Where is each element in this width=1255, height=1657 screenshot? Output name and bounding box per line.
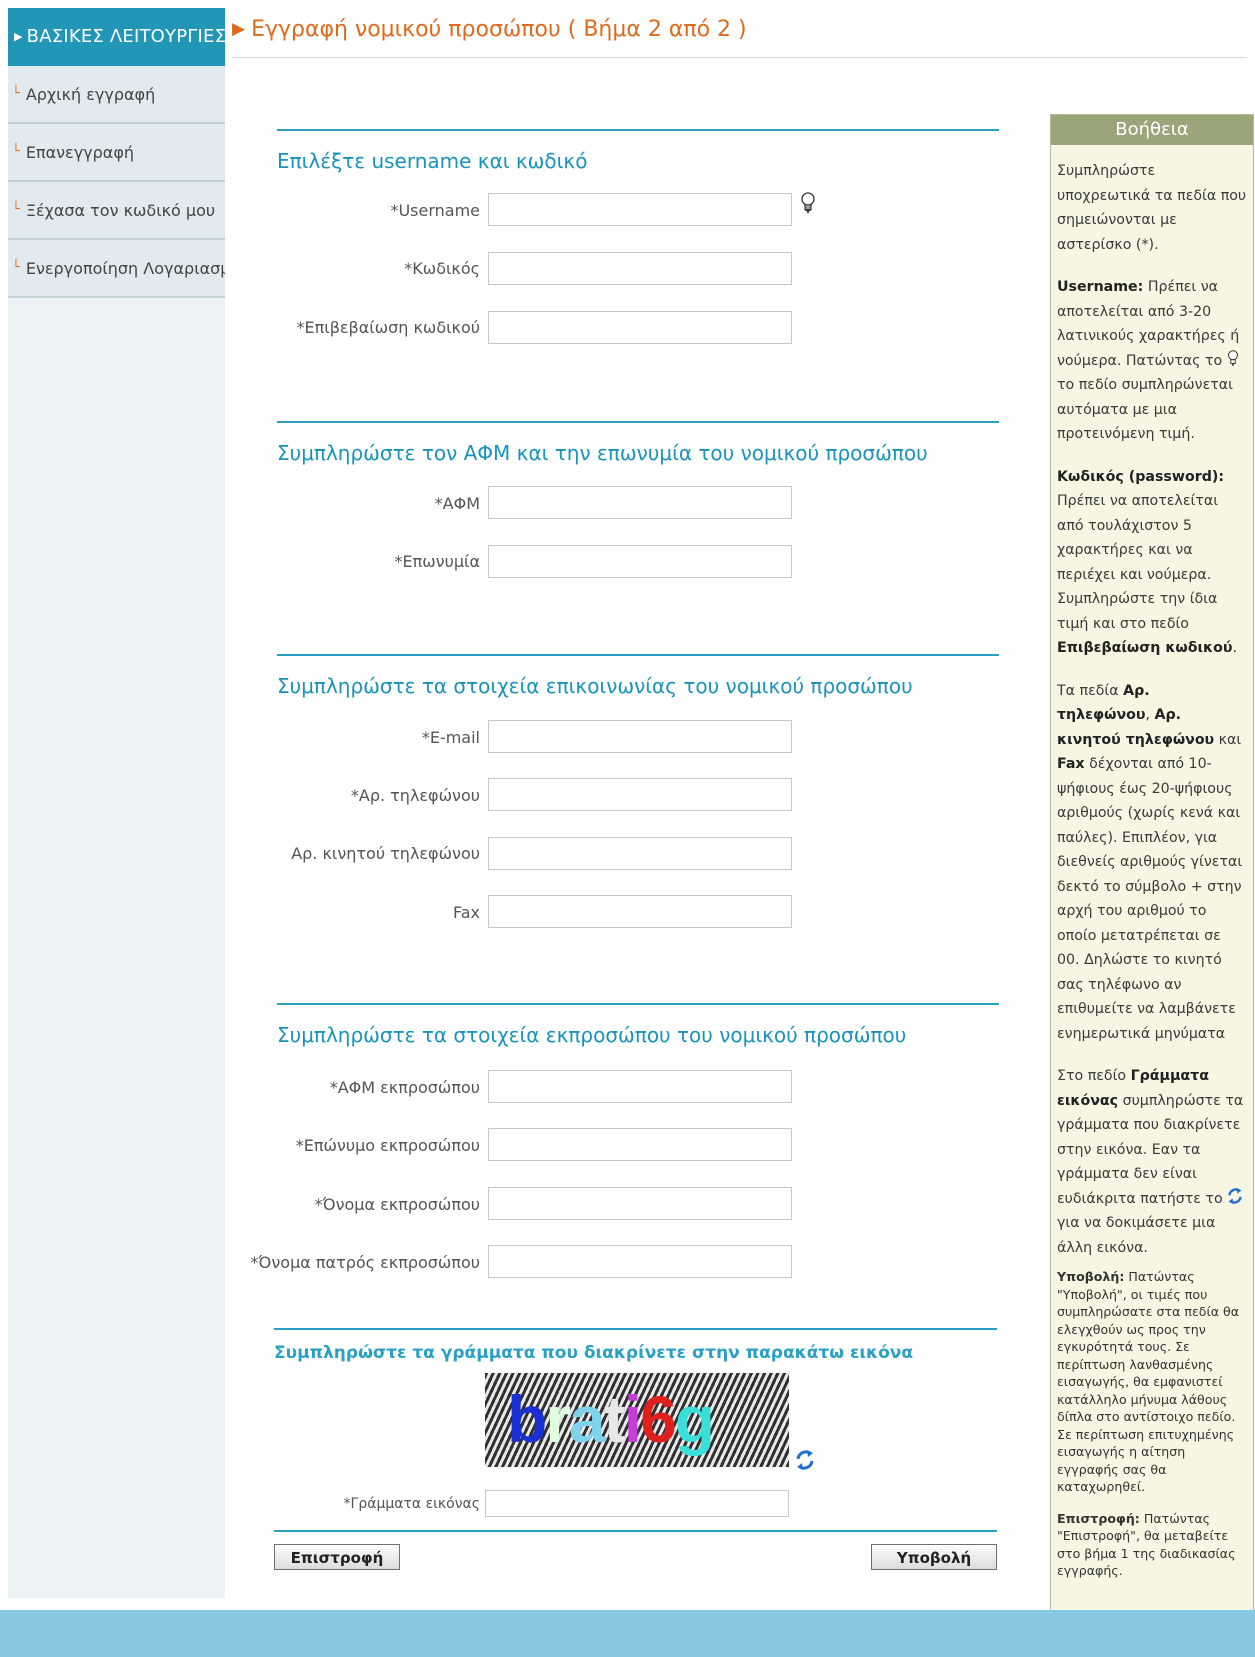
captcha-image-text: brati6g bbox=[507, 1382, 715, 1456]
lightbulb-icon bbox=[1227, 349, 1238, 366]
title-divider bbox=[232, 57, 1247, 58]
section-divider bbox=[277, 654, 999, 656]
corner-arrow-icon: └ bbox=[12, 144, 20, 159]
sidebar-item-label: Ενεργοποίηση Λογαριασμού bbox=[25, 259, 225, 278]
help-password-text: Πρέπει να αποτελείται από τουλάχιστον 5 … bbox=[1057, 493, 1218, 632]
help-back-title: Επιστροφή: bbox=[1057, 1510, 1140, 1526]
email-label: *E-mail bbox=[421, 728, 480, 747]
sidebar-item-label: Αρχική εγγραφή bbox=[25, 85, 156, 104]
section-divider bbox=[277, 129, 999, 131]
sidebar-header: ▶ ΒΑΣΙΚΕΣ ΛΕΙΤΟΥΡΓΙΕΣ bbox=[8, 8, 227, 66]
help-text-back: Επιστροφή: Πατώντας "Επιστροφή", θα μετα… bbox=[1057, 1510, 1247, 1580]
captcha-input[interactable] bbox=[485, 1490, 789, 1517]
page-title-text: Εγγραφή νομικού προσώπου ( Βήμα 2 από 2 … bbox=[251, 17, 747, 42]
representative-surname-input[interactable] bbox=[488, 1128, 792, 1161]
afm-label: *ΑΦΜ bbox=[434, 494, 480, 513]
representative-firstname-input[interactable] bbox=[488, 1187, 792, 1220]
section-title-company: Συμπληρώστε τον ΑΦΜ και την επωνυμία του… bbox=[277, 441, 928, 465]
fax-label: Fax bbox=[452, 903, 480, 922]
help-text-captcha: Στο πεδίο Γράμματα εικόνας συμπληρώστε τ… bbox=[1057, 1064, 1247, 1260]
help-phones-text: , bbox=[1145, 707, 1150, 723]
fax-input[interactable] bbox=[488, 895, 792, 928]
representative-father-input[interactable] bbox=[488, 1245, 792, 1278]
sidebar-item-initial-registration[interactable]: └ Αρχική εγγραφή bbox=[8, 66, 225, 124]
sidebar-item-label: Επανεγγραφή bbox=[25, 143, 135, 162]
footer-band bbox=[0, 1610, 1255, 1657]
page-title: ▶ Εγγραφή νομικού προσώπου ( Βήμα 2 από 2… bbox=[232, 17, 747, 42]
help-phones-text: και bbox=[1218, 731, 1242, 748]
representative-father-label: *Όνομα πατρός εκπροσώπου bbox=[250, 1253, 480, 1272]
help-username-text: νούμερα. Πατώντας το bbox=[1057, 352, 1223, 369]
refresh-icon bbox=[1228, 1187, 1242, 1204]
password-input[interactable] bbox=[488, 252, 792, 285]
section-divider bbox=[274, 1530, 997, 1532]
username-label: *Username bbox=[390, 201, 480, 220]
help-captcha-text: για να δοκιμάσετε μια άλλη εικόνα. bbox=[1057, 1215, 1216, 1256]
section-title-contact: Συμπληρώστε τα στοιχεία επικοινωνίας του… bbox=[277, 674, 913, 698]
triangle-right-icon: ▶ bbox=[14, 30, 23, 43]
email-input[interactable] bbox=[488, 720, 792, 753]
captcha-label: *Γράμματα εικόνας bbox=[343, 1496, 480, 1512]
lightbulb-icon[interactable] bbox=[800, 191, 816, 217]
phone-label: *Αρ. τηλεφώνου bbox=[350, 786, 480, 805]
afm-input[interactable] bbox=[488, 486, 792, 519]
section-title-captcha: Συμπληρώστε τα γράμματα που διακρίνετε σ… bbox=[274, 1343, 914, 1363]
section-title-credentials: Επιλέξτε username και κωδικό bbox=[277, 149, 588, 173]
mobile-label: Αρ. κινητού τηλεφώνου bbox=[291, 844, 480, 863]
help-body: Συμπληρώστε υποχρεωτικά τα πεδία που σημ… bbox=[1051, 145, 1253, 1260]
help-text-phones: Τα πεδία Αρ. τηλεφώνου, Αρ. κινητού τηλε… bbox=[1057, 679, 1247, 1047]
help-phones-text: Τα πεδία bbox=[1057, 682, 1119, 699]
help-submit-text: Πατώντας "Υποβολή", οι τιμές που συμπληρ… bbox=[1057, 1269, 1240, 1494]
help-text-submit: Υποβολή: Πατώντας "Υποβολή", οι τιμές πο… bbox=[1057, 1268, 1247, 1496]
help-captcha-text: Στο πεδίο bbox=[1057, 1068, 1127, 1084]
mobile-input[interactable] bbox=[488, 837, 792, 870]
sidebar-item-account-activation[interactable]: └ Ενεργοποίηση Λογαριασμού bbox=[8, 240, 225, 298]
help-password-text: . bbox=[1232, 640, 1237, 656]
submit-button[interactable]: Υποβολή bbox=[871, 1544, 997, 1570]
representative-firstname-label: *Όνομα εκπροσώπου bbox=[314, 1195, 480, 1214]
help-phones-text: δέχονται από 10-ψήφιους έως 20-ψήφιους α… bbox=[1057, 756, 1243, 1042]
help-username-title: Username: bbox=[1057, 279, 1144, 295]
section-title-representative: Συμπληρώστε τα στοιχεία εκπροσώπου του ν… bbox=[277, 1023, 907, 1047]
section-divider bbox=[274, 1328, 997, 1330]
sidebar-item-label: Ξέχασα τον κωδικό μου bbox=[25, 201, 216, 220]
representative-afm-label: *ΑΦΜ εκπροσώπου bbox=[329, 1078, 480, 1097]
help-text-required: Συμπληρώστε υποχρεωτικά τα πεδία που σημ… bbox=[1057, 163, 1247, 253]
help-password-title: Κωδικός (password): bbox=[1057, 468, 1225, 485]
help-password-confirm: Επιβεβαίωση κωδικού bbox=[1057, 640, 1233, 656]
section-divider bbox=[277, 421, 999, 423]
triangle-right-icon: ▶ bbox=[232, 19, 246, 39]
refresh-icon[interactable] bbox=[795, 1449, 815, 1471]
captcha-image: brati6g bbox=[485, 1373, 789, 1467]
confirm-password-label: *Επιβεβαίωση κωδικού bbox=[296, 318, 480, 337]
representative-surname-label: *Επώνυμο εκπροσώπου bbox=[295, 1136, 480, 1155]
phone-input[interactable] bbox=[488, 778, 792, 811]
help-title: Βοήθεια bbox=[1051, 115, 1253, 145]
company-name-label: *Επωνυμία bbox=[394, 552, 480, 571]
username-input[interactable] bbox=[488, 193, 792, 226]
help-text-password: Κωδικός (password): Πρέπει να αποτελείτα… bbox=[1057, 465, 1247, 661]
corner-arrow-icon: └ bbox=[12, 202, 20, 217]
sidebar: ▶ ΒΑΣΙΚΕΣ ΛΕΙΤΟΥΡΓΙΕΣ └ Αρχική εγγραφή └ Επ… bbox=[8, 8, 227, 1598]
section-divider bbox=[277, 1003, 999, 1005]
corner-arrow-icon: └ bbox=[12, 86, 20, 101]
sidebar-header-label: ΒΑΣΙΚΕΣ ΛΕΙΤΟΥΡΓΙΕΣ bbox=[26, 26, 227, 47]
confirm-password-input[interactable] bbox=[488, 311, 792, 344]
help-small-text: Υποβολή: Πατώντας "Υποβολή", οι τιμές πο… bbox=[1051, 1268, 1253, 1580]
help-captcha-text: ευδιάκριτα πατήστε το bbox=[1057, 1190, 1223, 1207]
company-name-input[interactable] bbox=[488, 545, 792, 578]
sidebar-item-reregistration[interactable]: └ Επανεγγραφή bbox=[8, 124, 225, 182]
help-submit-title: Υποβολή: bbox=[1057, 1269, 1125, 1284]
help-username-text: το πεδίο συμπληρώνεται αυτόματα με μια π… bbox=[1057, 377, 1233, 442]
back-button[interactable]: Επιστροφή bbox=[274, 1544, 400, 1570]
corner-arrow-icon: └ bbox=[12, 260, 20, 275]
help-panel: Βοήθεια Συμπληρώστε υποχρεωτικά τα πεδία… bbox=[1050, 114, 1254, 1614]
sidebar-item-forgot-password[interactable]: └ Ξέχασα τον κωδικό μου bbox=[8, 182, 225, 240]
help-text-username: Username: Πρέπει να αποτελείται από 3-20… bbox=[1057, 275, 1247, 447]
help-phones-field: Fax bbox=[1057, 756, 1085, 772]
representative-afm-input[interactable] bbox=[488, 1070, 792, 1103]
password-label: *Κωδικός bbox=[404, 259, 480, 278]
